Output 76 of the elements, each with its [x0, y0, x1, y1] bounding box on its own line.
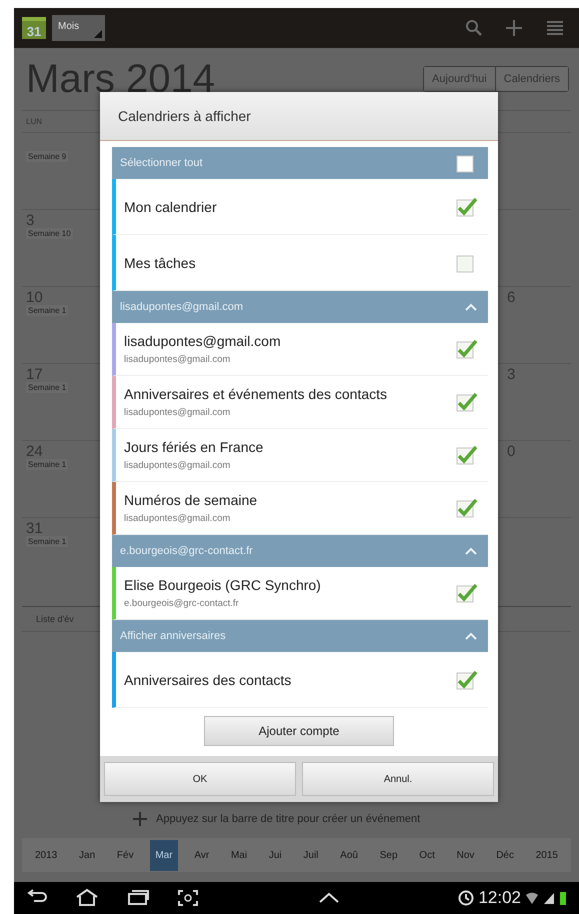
- calendar-row[interactable]: Anniversaires et événements des contacts lisadupontes@gmail.com: [112, 376, 488, 429]
- dialog-button[interactable]: OK: [104, 762, 296, 796]
- checkbox[interactable]: [456, 670, 478, 690]
- month-tab[interactable]: Avr: [189, 840, 214, 870]
- week-number-label: Semaine 1: [26, 305, 68, 316]
- event-list-label: Liste d'év: [36, 614, 74, 624]
- account-email: lisadupontes@gmail.com: [124, 460, 232, 471]
- account-email: lisadupontes@gmail.com: [124, 407, 232, 418]
- chevron-up-icon[interactable]: [317, 891, 342, 905]
- month-tab[interactable]: Sep: [374, 840, 403, 870]
- plus-icon[interactable]: [505, 19, 523, 37]
- calendar-name: Numéros de semaine: [124, 492, 258, 508]
- month-tab[interactable]: Fév: [112, 840, 139, 870]
- calendar-row[interactable]: Jours fériés en France lisadupontes@gmail.com: [112, 429, 488, 482]
- section-header[interactable]: Sélectionner tout: [112, 147, 488, 179]
- checkbox[interactable]: [456, 445, 478, 465]
- month-tab[interactable]: 2015: [530, 840, 563, 870]
- month-tab[interactable]: Oct: [414, 840, 440, 870]
- alarm-icon: [458, 890, 474, 906]
- checkbox[interactable]: [456, 583, 478, 603]
- add-account-button[interactable]: Ajouter compte: [204, 716, 394, 746]
- account-email: lisadupontes@gmail.com: [124, 354, 232, 365]
- wifi-icon: [525, 891, 540, 905]
- view-dropdown[interactable]: Mois: [52, 15, 106, 41]
- calendar-name: Mes tâches: [124, 254, 196, 270]
- calendar-row[interactable]: Mon calendrier: [112, 179, 488, 235]
- section-header-label: lisadupontes@gmail.com: [120, 301, 244, 313]
- checkbox[interactable]: [456, 339, 478, 359]
- checkbox[interactable]: [456, 498, 478, 518]
- section-header[interactable]: lisadupontes@gmail.com: [112, 291, 488, 323]
- calendar-name: Anniversaires et événements des contacts: [124, 386, 388, 402]
- month-tab[interactable]: Juil: [298, 840, 324, 870]
- menu-icon[interactable]: [545, 19, 565, 37]
- month-tab[interactable]: Déc: [491, 840, 519, 870]
- week-number-label: Semaine 9: [26, 151, 68, 162]
- signal-icon: [543, 891, 556, 905]
- section-header-label: Sélectionner tout: [120, 157, 203, 169]
- recent-apps-icon[interactable]: [126, 888, 150, 908]
- header-button[interactable]: Calendriers: [494, 67, 568, 91]
- month-tab[interactable]: Jui: [264, 840, 287, 870]
- calendar-name: Anniversaires des contacts: [124, 672, 292, 688]
- create-event-hint: Appuyez sur la barre de titre pour créer un événement: [156, 813, 420, 825]
- battery-icon: [559, 890, 568, 906]
- calendar-row[interactable]: Anniversaires des contacts: [112, 652, 488, 708]
- header-button[interactable]: Aujourd'hui: [424, 67, 495, 91]
- month-tab[interactable]: 2013: [30, 840, 62, 870]
- checkbox[interactable]: [456, 196, 478, 216]
- month-tab[interactable]: Mai: [226, 840, 252, 870]
- week-number-label: Semaine 1: [26, 459, 68, 470]
- clock-time: 12:02: [478, 888, 522, 908]
- week-number-label: Semaine 10: [26, 228, 73, 239]
- plus-icon: [132, 811, 148, 827]
- section-header[interactable]: Afficher anniversaires: [112, 620, 488, 652]
- section-header[interactable]: e.bourgeois@grc-contact.fr: [112, 535, 488, 567]
- month-tab[interactable]: Mar: [150, 840, 178, 870]
- account-email: e.bourgeois@grc-contact.fr: [124, 598, 240, 609]
- calendar-name: Mon calendrier: [124, 198, 217, 214]
- week-number-label: Semaine 1: [26, 536, 68, 547]
- calendar-name: Jours fériés en France: [124, 439, 264, 455]
- week-number-label: Semaine 1: [26, 382, 68, 393]
- dialog-title: Calendriers à afficher: [100, 92, 498, 141]
- month-tab[interactable]: Aoû: [335, 840, 363, 870]
- calendar-name: Elise Bourgeois (GRC Synchro): [124, 577, 321, 593]
- month-tab[interactable]: Nov: [452, 840, 480, 870]
- screenshot-icon[interactable]: [176, 888, 200, 908]
- section-header-label: Afficher anniversaires: [120, 630, 226, 642]
- dialog-button[interactable]: Annul.: [302, 762, 494, 796]
- account-email: lisadupontes@gmail.com: [124, 513, 232, 524]
- calendar-row[interactable]: lisadupontes@gmail.com lisadupontes@gmail.com: [112, 323, 488, 376]
- month-tab[interactable]: Jan: [74, 840, 100, 870]
- search-icon[interactable]: [465, 19, 483, 37]
- calendar-date-badge[interactable]: 31: [22, 17, 46, 39]
- home-icon[interactable]: [74, 888, 100, 908]
- calendar-name: lisadupontes@gmail.com: [124, 333, 281, 349]
- checkbox[interactable]: [456, 392, 478, 412]
- section-header-label: e.bourgeois@grc-contact.fr: [120, 545, 253, 557]
